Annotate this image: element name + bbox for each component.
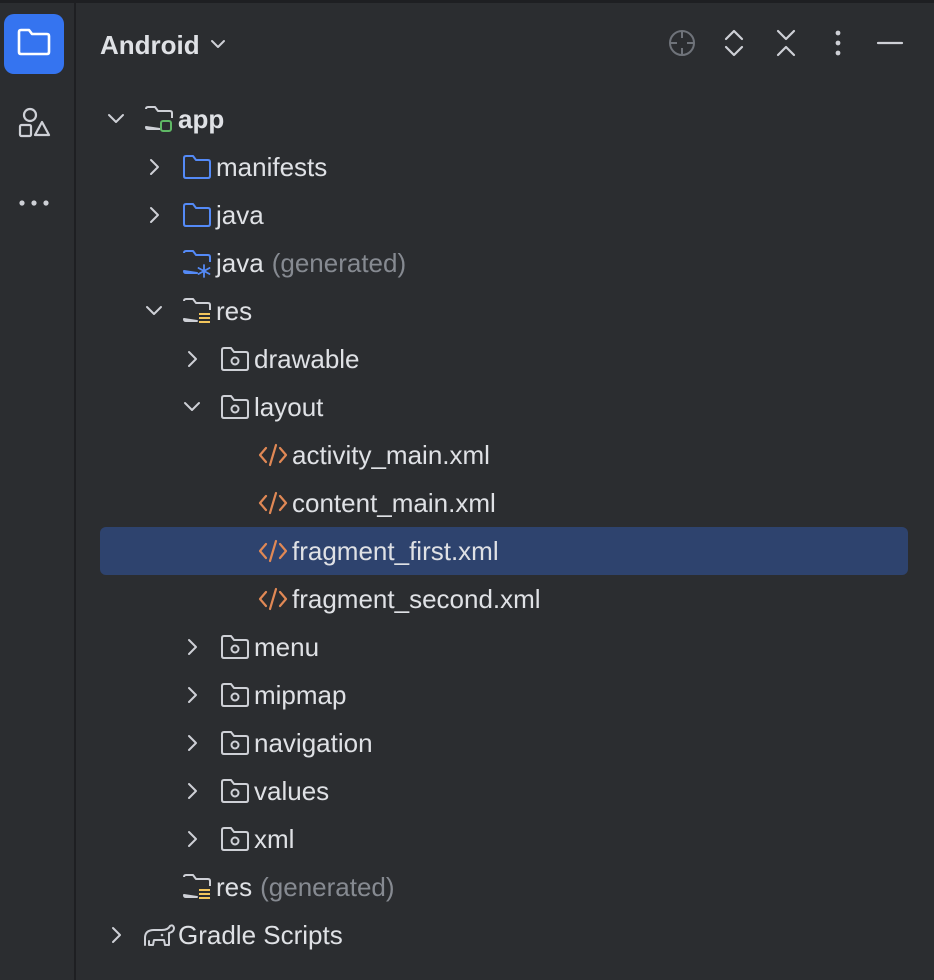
hide-panel-button[interactable] bbox=[873, 27, 907, 63]
tree-node-suffix: (generated) bbox=[271, 247, 407, 278]
chevron-right-icon[interactable] bbox=[180, 731, 204, 755]
tree-node-activity-main-xml[interactable]: activity_main.xml bbox=[218, 431, 490, 479]
tree-node-label: content_main.xml bbox=[292, 487, 496, 518]
xml-file-icon bbox=[256, 582, 290, 616]
resource-manager-button[interactable] bbox=[4, 94, 64, 154]
tree-node-label: drawable bbox=[254, 343, 360, 374]
xml-file-icon bbox=[256, 534, 290, 568]
chevron-right-icon[interactable] bbox=[180, 779, 204, 803]
tree-node-content-main-xml[interactable]: content_main.xml bbox=[218, 479, 496, 527]
tree-node-label: Gradle Scripts bbox=[178, 919, 343, 950]
chevron-down-icon bbox=[210, 36, 226, 54]
project-tool-button[interactable] bbox=[4, 14, 64, 74]
tree-node-label: res bbox=[216, 295, 253, 326]
resource-folder-icon bbox=[180, 294, 214, 328]
tree-node-java-generated[interactable]: java (generated) bbox=[142, 239, 406, 287]
view-selector[interactable]: Android bbox=[100, 27, 226, 63]
tree-node-mipmap[interactable]: mipmap bbox=[180, 671, 346, 719]
package-folder-icon bbox=[218, 678, 252, 712]
source-folder-icon bbox=[180, 198, 214, 232]
chevron-right-icon[interactable] bbox=[142, 155, 166, 179]
resource-folder-icon bbox=[180, 870, 214, 904]
more-horizontal-icon bbox=[16, 195, 52, 213]
tree-node-xml[interactable]: xml bbox=[180, 815, 294, 863]
tool-window-bar bbox=[0, 3, 76, 980]
tree-node-values[interactable]: values bbox=[180, 767, 329, 815]
xml-file-icon bbox=[256, 486, 290, 520]
xml-file-icon bbox=[256, 438, 290, 472]
chevron-down-icon[interactable] bbox=[180, 395, 204, 419]
tree-node-label: fragment_second.xml bbox=[292, 583, 541, 614]
panel-header: Android bbox=[76, 3, 934, 87]
tree-node-app[interactable]: app bbox=[104, 95, 224, 143]
chevron-down-icon[interactable] bbox=[142, 299, 166, 323]
tree-node-label: layout bbox=[254, 391, 324, 422]
collapse-all-icon bbox=[774, 28, 798, 63]
view-selector-label: Android bbox=[100, 29, 200, 60]
shapes-icon bbox=[16, 104, 52, 145]
more-options-icon bbox=[833, 28, 843, 63]
expand-all-button[interactable] bbox=[717, 27, 751, 63]
project-panel: Android app manifests java java (generat… bbox=[76, 3, 934, 980]
module-folder-icon bbox=[142, 102, 176, 136]
chevron-right-icon[interactable] bbox=[180, 827, 204, 851]
package-folder-icon bbox=[218, 822, 252, 856]
tree-node-drawable[interactable]: drawable bbox=[180, 335, 360, 383]
tree-node-layout[interactable]: layout bbox=[180, 383, 323, 431]
tree-node-label: manifests bbox=[216, 151, 328, 182]
tree-node-label: values bbox=[254, 775, 330, 806]
chevron-right-icon[interactable] bbox=[180, 683, 204, 707]
generated-source-folder-icon bbox=[180, 246, 214, 280]
collapse-all-button[interactable] bbox=[769, 27, 803, 63]
more-options-button[interactable] bbox=[821, 27, 855, 63]
tree-node-res-generated[interactable]: res (generated) bbox=[142, 863, 395, 911]
chevron-right-icon[interactable] bbox=[142, 203, 166, 227]
expand-all-icon bbox=[722, 28, 746, 63]
hide-icon bbox=[876, 28, 904, 63]
tree-node-label: res bbox=[216, 871, 253, 902]
tree-node-fragment-second-xml[interactable]: fragment_second.xml bbox=[218, 575, 541, 623]
chevron-down-icon[interactable] bbox=[104, 107, 128, 131]
locate-icon bbox=[667, 28, 697, 63]
package-folder-icon bbox=[218, 342, 252, 376]
chevron-right-icon[interactable] bbox=[104, 923, 128, 947]
tree-node-label: xml bbox=[254, 823, 295, 854]
folder-icon bbox=[180, 150, 214, 184]
tree-node-label: java bbox=[216, 199, 264, 230]
package-folder-icon bbox=[218, 774, 252, 808]
package-folder-icon bbox=[218, 390, 252, 424]
tree-node-manifests[interactable]: manifests bbox=[142, 143, 327, 191]
locate-button[interactable] bbox=[665, 27, 699, 63]
tree-node-label: java bbox=[216, 247, 264, 278]
tree-node-fragment-first-xml[interactable]: fragment_first.xml bbox=[100, 527, 908, 575]
tree-node-label: app bbox=[178, 103, 225, 134]
tree-node-menu[interactable]: menu bbox=[180, 623, 319, 671]
chevron-right-icon[interactable] bbox=[180, 347, 204, 371]
gradle-elephant-icon bbox=[142, 918, 176, 952]
tree-node-label: fragment_first.xml bbox=[292, 535, 499, 566]
tree-node-label: menu bbox=[254, 631, 320, 662]
tree-node-java[interactable]: java bbox=[142, 191, 264, 239]
more-tools-button[interactable] bbox=[4, 174, 64, 234]
tree-node-res[interactable]: res bbox=[142, 287, 252, 335]
tree-node-label: navigation bbox=[254, 727, 373, 758]
tree-node-gradle-scripts[interactable]: Gradle Scripts bbox=[104, 911, 343, 959]
package-folder-icon bbox=[218, 726, 252, 760]
tree-node-navigation[interactable]: navigation bbox=[180, 719, 373, 767]
tree-node-label: activity_main.xml bbox=[292, 439, 490, 470]
tree-node-suffix: (generated) bbox=[260, 871, 395, 902]
package-folder-icon bbox=[218, 630, 252, 664]
chevron-right-icon[interactable] bbox=[180, 635, 204, 659]
folder-icon bbox=[16, 27, 52, 62]
tree-node-label: mipmap bbox=[254, 679, 347, 710]
